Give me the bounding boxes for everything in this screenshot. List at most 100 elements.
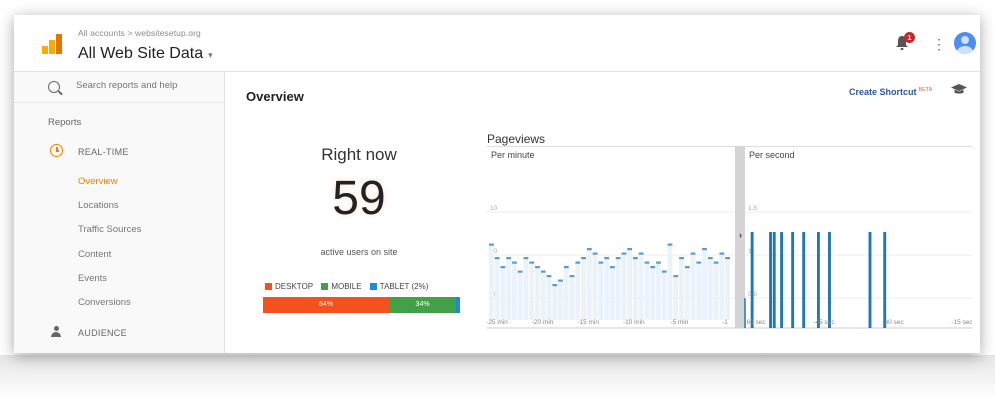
bar-area-13: [563, 266, 569, 320]
notification-badge: 1: [904, 32, 915, 43]
bar-cap-29: [656, 261, 661, 264]
graduation-cap-icon[interactable]: [951, 83, 967, 95]
bar-cap-16: [581, 257, 586, 260]
sec-bar-7: [772, 232, 776, 328]
bar-area-0: [489, 243, 494, 320]
clock-icon: [50, 144, 63, 157]
bar-cap-24: [627, 248, 633, 251]
view-selector[interactable]: All Web Site Data ▾: [78, 45, 213, 63]
bar-cap-6: [523, 257, 529, 260]
device-bar-mobile: 34%: [389, 297, 457, 313]
bar-area-11: [552, 284, 558, 320]
x-tick-1-1: -45 sec: [813, 319, 835, 326]
bar-area-21: [610, 266, 615, 320]
sidebar-item-realtime[interactable]: REAL-TIME: [78, 147, 129, 157]
search-icon: [48, 81, 60, 93]
avatar-head: [961, 36, 969, 44]
person-icon: [51, 326, 61, 338]
legend-label-mobile: MOBILE: [331, 282, 362, 291]
bar-cap-20: [604, 257, 609, 260]
bar-area-24: [627, 248, 633, 320]
bar-cap-27: [644, 261, 650, 264]
x-tick-1-2: -30 sec: [882, 319, 904, 326]
bar-cap-26: [638, 252, 644, 255]
sec-bar-22: [828, 232, 831, 328]
breadcrumb[interactable]: All accounts > websitesetup.org: [78, 28, 201, 38]
sidebar-item-conversions[interactable]: Conversions: [78, 297, 131, 308]
bar-cap-38: [707, 257, 713, 260]
active-users-count: 59: [332, 172, 386, 225]
more-vert-icon[interactable]: ⋮: [932, 37, 946, 51]
chart-title: Pageviews: [487, 132, 546, 146]
view-title: All Web Site Data: [78, 45, 204, 62]
bar-area-30: [661, 270, 667, 320]
sidebar-item-traffic-sources[interactable]: Traffic Sources: [78, 224, 141, 235]
panel-title-1: Per second: [749, 150, 795, 160]
x-tick-0-1: -20 min: [532, 319, 554, 326]
legend-desktop: DESKTOP: [265, 282, 313, 291]
bar-area-38: [707, 257, 713, 320]
create-shortcut-button[interactable]: Create Shortcut BETA: [849, 87, 932, 97]
legend-mobile: MOBILE: [321, 282, 362, 291]
divider-arrow-icon: ›: [739, 230, 742, 240]
x-tick-0-3: -10 min: [623, 319, 645, 326]
bar-cap-3: [506, 257, 512, 260]
sidebar-item-overview[interactable]: Overview: [78, 176, 118, 187]
beta-badge: BETA: [918, 87, 933, 93]
bar-cap-13: [563, 266, 569, 269]
bar-area-5: [517, 270, 523, 320]
reports-label: Reports: [48, 117, 82, 128]
bar-area-22: [615, 257, 621, 320]
bar-area-8: [535, 266, 540, 320]
bar-cap-7: [529, 261, 535, 264]
bar-cap-1: [494, 257, 500, 260]
search-input[interactable]: [76, 80, 216, 91]
sidebar-item-locations[interactable]: Locations: [78, 200, 119, 211]
device-legend: DESKTOP MOBILE TABLET (2%): [265, 282, 434, 291]
legend-swatch-mobile: [321, 283, 329, 290]
device-share-bar: 64% 34%: [263, 297, 460, 313]
legend-label-tablet: TABLET (2%): [379, 282, 429, 291]
bar-cap-28: [650, 266, 656, 269]
bar-cap-25: [633, 257, 638, 260]
create-shortcut-label: Create Shortcut: [849, 87, 917, 97]
bar-area-2: [500, 266, 506, 320]
bar-cap-21: [610, 266, 615, 269]
sidebar-item-audience[interactable]: AUDIENCE: [78, 328, 127, 338]
sec-bar-12: [791, 232, 795, 328]
bar-cap-2: [500, 266, 506, 269]
bar-area-25: [633, 257, 638, 320]
bar-cap-30: [661, 270, 667, 273]
avatar-body: [957, 46, 973, 54]
bar-cap-23: [621, 252, 627, 255]
bar-area-32: [673, 275, 679, 320]
bar-cap-5: [517, 270, 523, 273]
bar-area-37: [702, 248, 707, 320]
bar-area-29: [656, 261, 661, 320]
x-tick-0-4: -5 min: [670, 319, 688, 326]
analytics-window: All accounts > websitesetup.org All Web …: [14, 15, 980, 353]
sec-bar-15: [802, 232, 806, 328]
avatar-icon[interactable]: [954, 32, 976, 54]
sec-bar-6: [769, 232, 772, 328]
bar-area-26: [638, 252, 644, 320]
bar-area-15: [575, 261, 581, 320]
sidebar-item-content[interactable]: Content: [78, 249, 111, 260]
device-bar-desktop: 64%: [263, 297, 390, 313]
bar-cap-11: [552, 284, 558, 287]
bar-cap-31: [667, 243, 673, 246]
sidebar-item-events[interactable]: Events: [78, 273, 107, 284]
bar-area-12: [558, 279, 563, 320]
bar-cap-22: [615, 257, 621, 260]
legend-swatch-desktop: [265, 283, 272, 290]
analytics-logo-icon[interactable]: [41, 33, 63, 55]
legend-swatch-tablet: [369, 283, 377, 290]
sec-bar-37: [883, 232, 887, 328]
bar-cap-41: [725, 257, 730, 260]
x-tick-0-0: -25 min: [487, 319, 508, 326]
bar-area-19: [598, 261, 604, 320]
bar-cap-15: [575, 261, 581, 264]
active-users-label: active users on site: [320, 247, 398, 257]
bar-cap-12: [558, 279, 563, 282]
bar-cap-32: [673, 275, 679, 278]
